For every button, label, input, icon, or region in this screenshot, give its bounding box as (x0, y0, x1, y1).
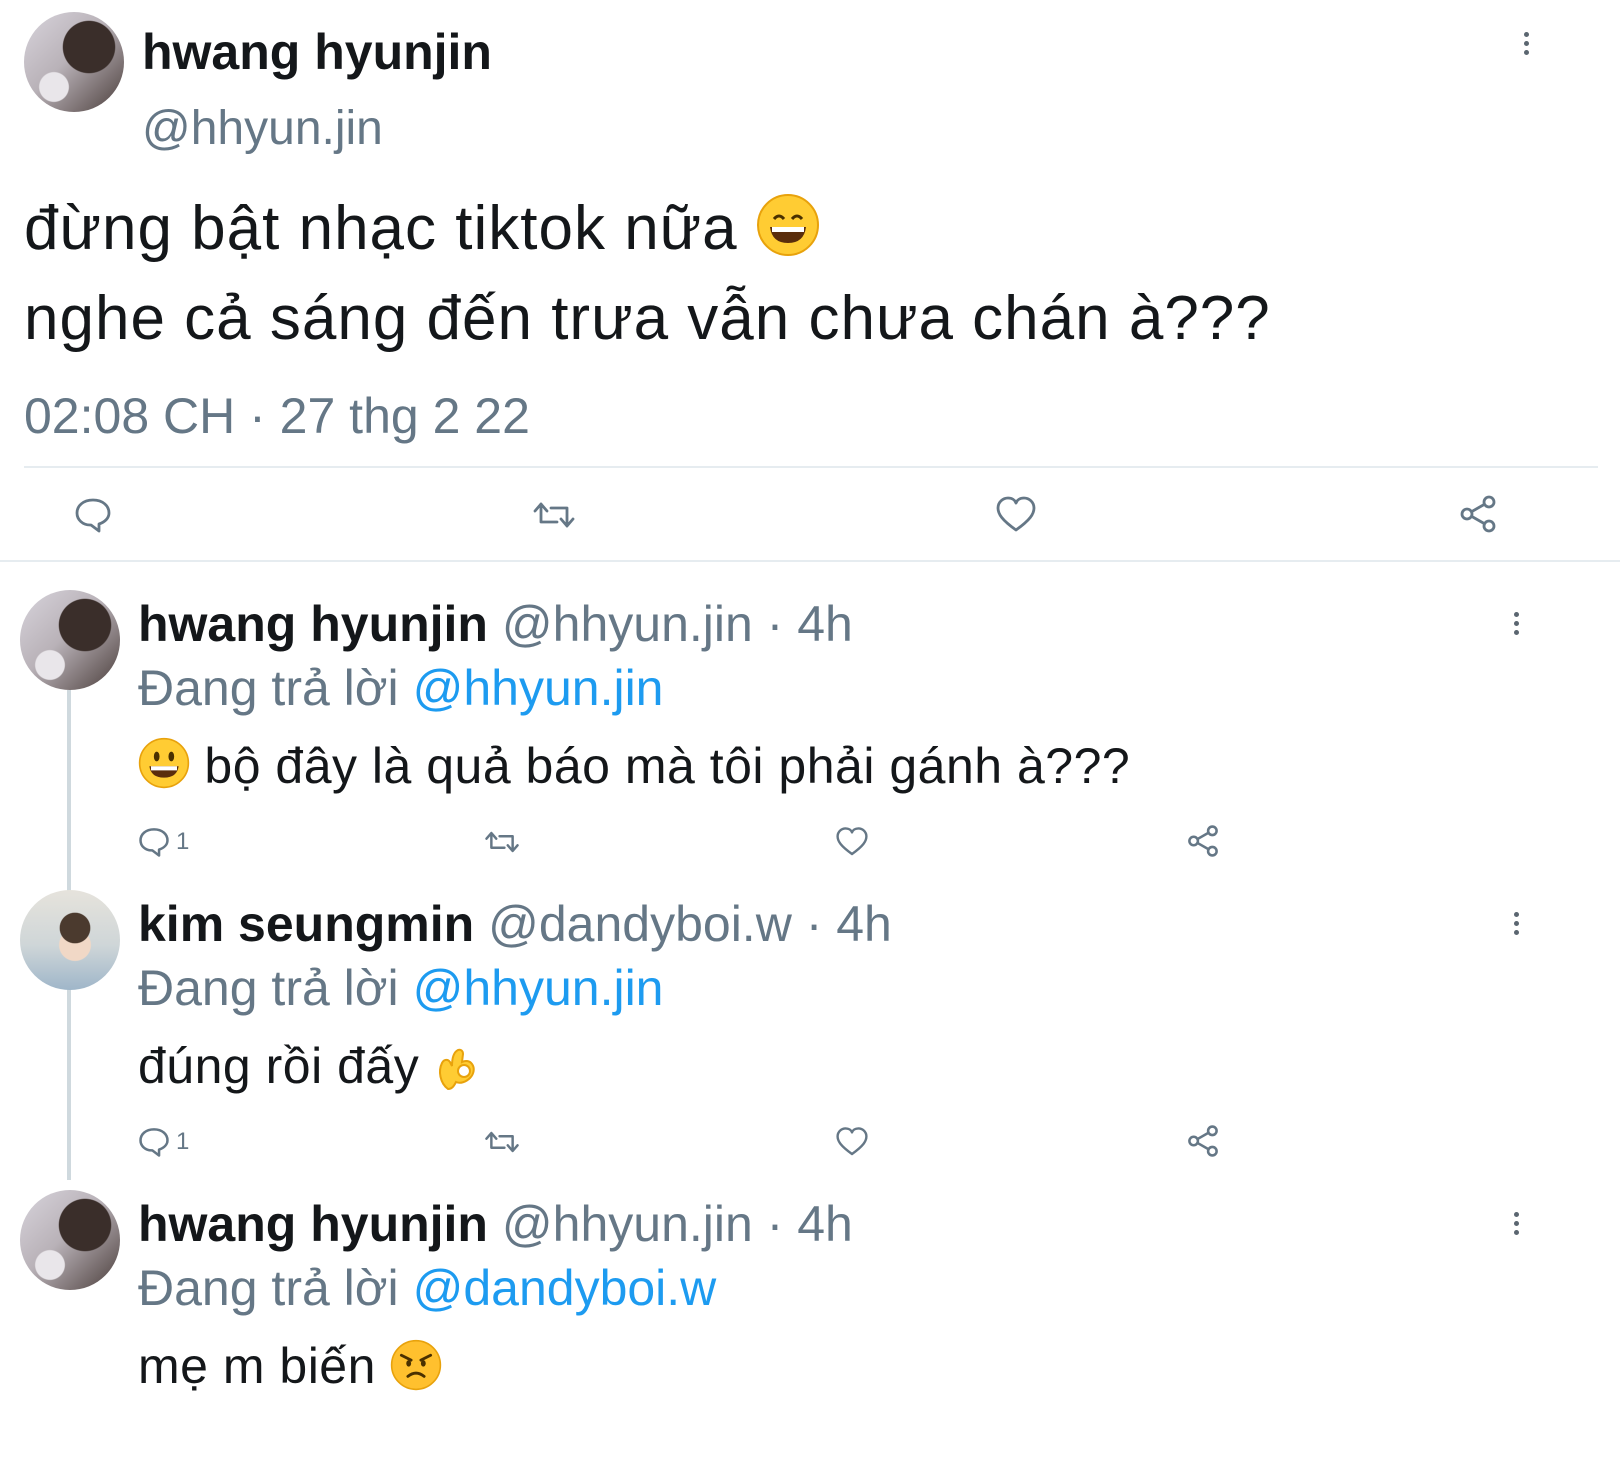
replying-prefix: Đang trả lời (138, 960, 399, 1016)
replying-to-link[interactable]: @hhyun.jin (413, 960, 664, 1016)
reply-action[interactable]: 1 (138, 826, 189, 858)
more-options-icon[interactable] (1514, 612, 1522, 639)
reply-header: kim seungmin @dandyboi.w · 4h (138, 894, 892, 954)
retweet-icon[interactable] (532, 496, 576, 534)
reply-text: đúng rồi đấy (138, 1036, 486, 1096)
reply-text-content: đúng rồi đấy (138, 1038, 420, 1094)
reply-author-name[interactable]: kim seungmin (138, 896, 474, 952)
like-icon[interactable] (836, 1126, 868, 1158)
reply-text: bộ đây là quả báo mà tôi phải gánh à??? (138, 736, 1130, 796)
reply-icon (139, 1128, 169, 1157)
replying-prefix: Đang trả lời (138, 1260, 399, 1316)
reply-action[interactable]: 1 (138, 1126, 189, 1158)
more-options-icon[interactable] (1514, 912, 1522, 939)
share-icon[interactable] (1458, 494, 1498, 534)
divider (0, 560, 1620, 562)
divider (24, 466, 1598, 468)
reply-text-content: bộ đây là quả báo mà tôi phải gánh à??? (204, 738, 1131, 794)
replying-to: Đang trả lời @dandyboi.w (138, 1258, 716, 1318)
reply-count: 1 (176, 1128, 190, 1155)
share-icon[interactable] (1186, 824, 1220, 858)
tweet-timestamp[interactable]: 02:08 CH · 27 thg 2 22 (24, 386, 530, 446)
reply-author-name[interactable]: hwang hyunjin (138, 1196, 488, 1252)
angry-face-emoji (390, 1339, 442, 1391)
tweet-text-line2: nghe cả sáng đến trưa vẫn chưa chán à??? (24, 284, 1271, 353)
like-icon[interactable] (996, 496, 1036, 534)
reply-text: mẹ m biến (138, 1336, 442, 1396)
retweet-icon[interactable] (484, 1126, 520, 1158)
smiling-face-emoji (138, 737, 190, 789)
more-options-icon[interactable] (1524, 32, 1532, 59)
retweet-icon[interactable] (484, 826, 520, 858)
ok-hand-emoji (434, 1037, 486, 1093)
avatar[interactable] (20, 590, 120, 690)
avatar[interactable] (20, 890, 120, 990)
replying-to-link[interactable]: @dandyboi.w (413, 1260, 717, 1316)
like-icon[interactable] (836, 826, 868, 858)
avatar[interactable] (24, 12, 124, 112)
reply-count: 1 (176, 828, 190, 855)
replying-to-link[interactable]: @hhyun.jin (413, 660, 664, 716)
reply-meta[interactable]: @dandyboi.w · 4h (488, 896, 892, 952)
author-handle[interactable]: @hhyun.jin (142, 100, 383, 158)
reply-author-name[interactable]: hwang hyunjin (138, 596, 488, 652)
reply-text-content: mẹ m biến (138, 1338, 376, 1394)
more-options-icon[interactable] (1514, 1212, 1522, 1239)
replying-prefix: Đang trả lời (138, 660, 399, 716)
reply-meta[interactable]: @hhyun.jin · 4h (502, 1196, 853, 1252)
author-display-name[interactable]: hwang hyunjin (142, 22, 492, 82)
tweet-text-line1: đừng bật nhạc tiktok nữa (24, 194, 738, 263)
grinning-face-emoji (756, 193, 820, 257)
tweet-text: đừng bật nhạc tiktok nữa nghe cả sáng đế… (24, 190, 1271, 358)
replying-to: Đang trả lời @hhyun.jin (138, 658, 663, 718)
reply-meta[interactable]: @hhyun.jin · 4h (502, 596, 853, 652)
reply-icon[interactable] (74, 496, 112, 534)
avatar[interactable] (20, 1190, 120, 1290)
share-icon[interactable] (1186, 1124, 1220, 1158)
reply-header: hwang hyunjin @hhyun.jin · 4h (138, 594, 853, 654)
reply-header: hwang hyunjin @hhyun.jin · 4h (138, 1194, 853, 1254)
reply-icon (139, 828, 169, 857)
replying-to: Đang trả lời @hhyun.jin (138, 958, 663, 1018)
